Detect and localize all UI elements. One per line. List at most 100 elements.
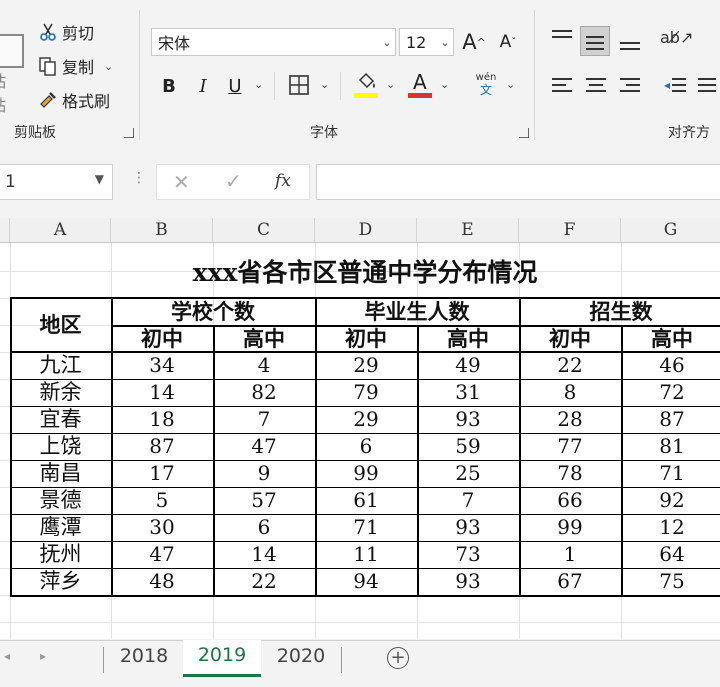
- value-cell[interactable]: 6: [315, 433, 417, 460]
- value-cell[interactable]: 9: [213, 460, 315, 487]
- value-cell[interactable]: 92: [621, 487, 720, 514]
- region-cell[interactable]: 鹰潭: [10, 514, 111, 541]
- bold-button[interactable]: B: [156, 72, 182, 100]
- sub-header-cell[interactable]: 高中: [417, 325, 519, 352]
- decrease-indent-button[interactable]: ◂: [664, 74, 688, 98]
- value-cell[interactable]: 12: [621, 514, 720, 541]
- region-header[interactable]: 地区: [10, 298, 111, 352]
- name-box[interactable]: 1 ▼: [0, 164, 113, 200]
- value-cell[interactable]: 94: [315, 568, 417, 595]
- align-left-button[interactable]: [550, 74, 574, 98]
- column-header-c[interactable]: C: [213, 218, 315, 242]
- group-header-graduates[interactable]: 毕业生人数: [315, 298, 519, 325]
- increase-indent-button[interactable]: [696, 74, 720, 98]
- value-cell[interactable]: 82: [213, 379, 315, 406]
- chevron-down-icon[interactable]: ⌄: [320, 78, 329, 91]
- sub-header-cell[interactable]: 高中: [621, 325, 720, 352]
- clipboard-dialog-launcher-icon[interactable]: [124, 128, 134, 138]
- column-header-g[interactable]: G: [621, 218, 720, 242]
- value-cell[interactable]: 22: [213, 568, 315, 595]
- chevron-down-icon[interactable]: ⌄: [506, 78, 515, 91]
- align-right-button[interactable]: [618, 74, 642, 98]
- value-cell[interactable]: 75: [621, 568, 720, 595]
- value-cell[interactable]: 14: [111, 379, 213, 406]
- sub-header-cell[interactable]: 初中: [519, 325, 621, 352]
- value-cell[interactable]: 46: [621, 352, 720, 379]
- format-painter-button[interactable]: 格式刷: [38, 88, 110, 112]
- sheet-tab-2019[interactable]: 2019: [183, 640, 261, 677]
- value-cell[interactable]: 77: [519, 433, 621, 460]
- column-header-f[interactable]: F: [519, 218, 621, 242]
- value-cell[interactable]: 6: [213, 514, 315, 541]
- region-cell[interactable]: 新余: [10, 379, 111, 406]
- sub-header-cell[interactable]: 初中: [315, 325, 417, 352]
- scroll-tabs-right-icon[interactable]: ▸: [40, 649, 46, 663]
- group-header-schools[interactable]: 学校个数: [111, 298, 315, 325]
- copy-button[interactable]: 复制 ⌄: [38, 54, 113, 78]
- value-cell[interactable]: 61: [315, 487, 417, 514]
- value-cell[interactable]: 87: [111, 433, 213, 460]
- region-cell[interactable]: 萍乡: [10, 568, 111, 595]
- chevron-down-icon[interactable]: ⌄: [386, 78, 395, 91]
- value-cell[interactable]: 7: [417, 487, 519, 514]
- cancel-icon[interactable]: ✕: [173, 170, 190, 194]
- underline-button[interactable]: U: [222, 72, 248, 100]
- font-color-button[interactable]: A: [408, 70, 434, 100]
- sheet-tab-2020[interactable]: 2020: [262, 641, 340, 675]
- value-cell[interactable]: 81: [621, 433, 720, 460]
- formula-bar-grip-icon[interactable]: ⋮: [132, 170, 146, 186]
- chevron-down-icon[interactable]: ⌄: [104, 60, 113, 73]
- paste-button[interactable]: 粘贴: [0, 18, 26, 115]
- enter-check-icon[interactable]: ✓: [225, 169, 242, 193]
- font-name-select[interactable]: 宋体 ⌄: [151, 28, 396, 56]
- value-cell[interactable]: 4: [213, 352, 315, 379]
- value-cell[interactable]: 67: [519, 568, 621, 595]
- value-cell[interactable]: 72: [621, 379, 720, 406]
- value-cell[interactable]: 64: [621, 541, 720, 568]
- fill-color-button[interactable]: [354, 70, 380, 100]
- region-cell[interactable]: 景德: [10, 487, 111, 514]
- formula-input[interactable]: [316, 164, 720, 200]
- value-cell[interactable]: 30: [111, 514, 213, 541]
- insert-function-button[interactable]: fx: [275, 171, 291, 191]
- value-cell[interactable]: 79: [315, 379, 417, 406]
- cut-button[interactable]: 剪切: [38, 20, 94, 44]
- value-cell[interactable]: 22: [519, 352, 621, 379]
- region-cell[interactable]: 南昌: [10, 460, 111, 487]
- column-header-e[interactable]: E: [417, 218, 519, 242]
- value-cell[interactable]: 1: [519, 541, 621, 568]
- region-cell[interactable]: 抚州: [10, 541, 111, 568]
- value-cell[interactable]: 8: [519, 379, 621, 406]
- decrease-font-size-button[interactable]: Aˇ: [494, 28, 522, 56]
- value-cell[interactable]: 59: [417, 433, 519, 460]
- scroll-tabs-left-icon[interactable]: ◂: [4, 649, 10, 663]
- value-cell[interactable]: 87: [621, 406, 720, 433]
- value-cell[interactable]: 71: [315, 514, 417, 541]
- align-top-button[interactable]: [550, 26, 574, 50]
- value-cell[interactable]: 34: [111, 352, 213, 379]
- value-cell[interactable]: 29: [315, 406, 417, 433]
- value-cell[interactable]: 57: [213, 487, 315, 514]
- align-middle-button[interactable]: [580, 26, 610, 56]
- align-bottom-button[interactable]: [618, 26, 642, 54]
- value-cell[interactable]: 29: [315, 352, 417, 379]
- value-cell[interactable]: 17: [111, 460, 213, 487]
- orientation-button[interactable]: ab̸↗: [660, 28, 700, 52]
- value-cell[interactable]: 99: [315, 460, 417, 487]
- value-cell[interactable]: 93: [417, 406, 519, 433]
- value-cell[interactable]: 78: [519, 460, 621, 487]
- sheet-tab-2018[interactable]: 2018: [106, 641, 182, 675]
- select-all-corner[interactable]: [0, 218, 10, 242]
- column-header-d[interactable]: D: [315, 218, 417, 242]
- font-size-select[interactable]: 12 ⌄: [399, 28, 454, 56]
- value-cell[interactable]: 48: [111, 568, 213, 595]
- value-cell[interactable]: 28: [519, 406, 621, 433]
- phonetic-guide-button[interactable]: wén 文: [474, 72, 498, 100]
- sub-header-cell[interactable]: 初中: [111, 325, 213, 352]
- value-cell[interactable]: 25: [417, 460, 519, 487]
- value-cell[interactable]: 14: [213, 541, 315, 568]
- table-title[interactable]: xxx省各市区普通中学分布情况: [10, 251, 720, 295]
- align-center-button[interactable]: [584, 74, 608, 98]
- column-header-a[interactable]: A: [10, 218, 111, 242]
- group-header-enrollment[interactable]: 招生数: [519, 298, 720, 325]
